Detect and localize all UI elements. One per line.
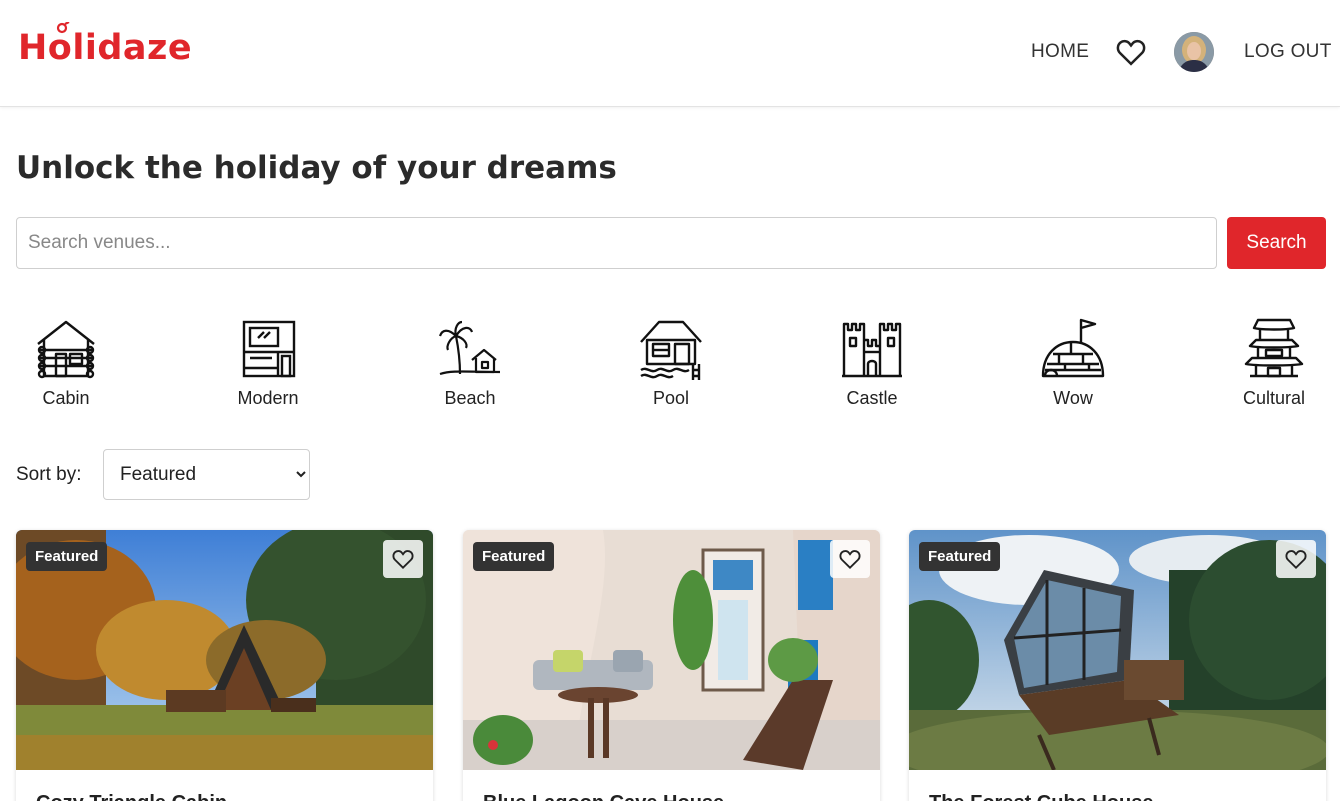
category-label: Castle [846, 388, 898, 408]
category-cabin[interactable]: Cabin [11, 316, 121, 409]
nav-logout-link[interactable]: LOG OUT [1244, 41, 1332, 63]
favorite-button[interactable] [1276, 540, 1316, 578]
cabin-icon [37, 320, 95, 379]
heart-icon [839, 550, 861, 569]
user-avatar[interactable] [1174, 32, 1214, 72]
featured-badge: Featured [26, 542, 108, 571]
venue-card[interactable]: Featured The Forest Cube House [909, 530, 1326, 801]
sort-select[interactable]: Featured [103, 449, 310, 500]
featured-badge: Featured [473, 542, 555, 571]
pagoda-icon [1244, 318, 1304, 378]
logo-mark-icon [56, 22, 70, 34]
favorite-button[interactable] [830, 540, 870, 578]
pool-icon [640, 320, 702, 380]
category-label: Wow [1053, 388, 1093, 408]
avatar-image [1174, 32, 1214, 72]
category-label: Cabin [42, 388, 90, 408]
search-input[interactable] [16, 217, 1217, 269]
category-cultural[interactable]: Cultural [1219, 316, 1329, 409]
venue-card[interactable]: Featured Cozy Triangle Cabin [16, 530, 433, 801]
search-button[interactable]: Search [1227, 217, 1326, 269]
site-logo[interactable]: Holidaze [18, 22, 193, 68]
heart-icon [392, 550, 414, 569]
castle-icon [842, 322, 902, 378]
favorite-button[interactable] [383, 540, 423, 578]
venue-title: Cozy Triangle Cabin [36, 792, 227, 801]
category-pool[interactable]: Pool [616, 316, 726, 409]
category-beach[interactable]: Beach [415, 316, 525, 409]
beach-icon [438, 320, 501, 376]
venue-title: Blue Lagoon Cave House [483, 792, 724, 801]
nav-home-link[interactable]: HOME [1031, 41, 1089, 63]
venue-title: The Forest Cube House [929, 792, 1153, 801]
modern-house-icon [242, 320, 296, 378]
site-header: Holidaze HOME LOG OUT [0, 0, 1340, 107]
category-label: Beach [444, 388, 496, 408]
category-label: Modern [237, 388, 299, 408]
category-label: Pool [652, 388, 690, 408]
igloo-icon [1041, 318, 1105, 378]
category-label: Cultural [1242, 388, 1306, 408]
venue-card[interactable]: Featured Blue Lagoon Cave House [463, 530, 880, 801]
sort-label: Sort by: [16, 464, 82, 485]
heart-icon [1285, 550, 1307, 569]
featured-badge: Featured [919, 542, 1001, 571]
page-title: Unlock the holiday of your dreams [16, 150, 617, 186]
logo-text: Holidaze [18, 28, 193, 68]
category-modern[interactable]: Modern [213, 316, 323, 409]
category-castle[interactable]: Castle [817, 316, 927, 409]
category-wow[interactable]: Wow [1018, 316, 1128, 409]
favorites-heart-icon[interactable] [1116, 38, 1146, 66]
